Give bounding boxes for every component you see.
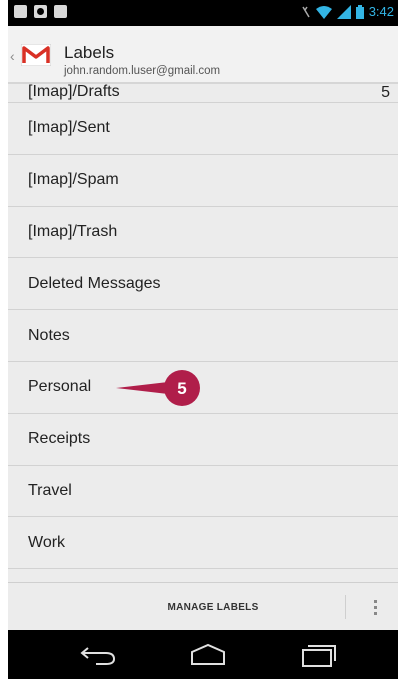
list-item[interactable]: [Imap]/Spam <box>8 155 398 207</box>
signal-icon <box>336 4 351 19</box>
divider <box>345 595 346 619</box>
gmail-icon[interactable] <box>21 44 51 66</box>
home-icon[interactable] <box>188 642 228 668</box>
phone-screen: 3:42 ‹ Labels john.random.luser@gmail.co… <box>8 0 398 679</box>
list-item[interactable]: Receipts <box>8 414 398 466</box>
vibrate-icon <box>302 6 310 17</box>
list-item[interactable]: Notes <box>8 310 398 362</box>
status-bar: 3:42 <box>8 0 398 26</box>
gallery-icon <box>14 5 27 18</box>
label-name: Travel <box>28 481 72 499</box>
up-caret-icon[interactable]: ‹ <box>10 48 15 64</box>
label-name: [Imap]/Spam <box>28 171 119 189</box>
label-name: [Imap]/Drafts <box>28 83 120 100</box>
recent-apps-icon[interactable] <box>299 642 339 668</box>
label-name: Work <box>28 533 66 551</box>
label-name: [Imap]/Trash <box>28 222 118 240</box>
label-name: Personal <box>28 378 92 396</box>
callout-number: 5 <box>177 379 186 398</box>
label-name: Notes <box>28 326 70 344</box>
account-email: john.random.luser@gmail.com <box>64 65 221 77</box>
step-callout: 5 <box>116 369 200 406</box>
gallery-icon <box>54 5 67 18</box>
unread-count: 5 <box>381 84 390 101</box>
status-time: 3:42 <box>368 4 394 19</box>
label-name: Receipts <box>28 430 91 448</box>
gamepad-icon <box>34 5 47 18</box>
navigation-bar <box>8 630 398 679</box>
list-item[interactable]: Deleted Messages <box>8 258 398 311</box>
label-name: Deleted Messages <box>28 274 161 292</box>
notification-icons <box>14 5 67 18</box>
wifi-icon <box>315 5 332 19</box>
back-icon[interactable] <box>78 642 118 668</box>
overflow-menu-icon[interactable] <box>360 595 390 619</box>
list-item[interactable]: [Imap]/Sent <box>8 103 398 155</box>
manage-labels-button[interactable]: MANAGE LABELS <box>88 583 338 631</box>
list-item[interactable]: [Imap]/Drafts 5 <box>8 83 398 103</box>
battery-icon <box>355 4 364 19</box>
list-item[interactable]: Work <box>8 517 398 570</box>
bottom-action-bar: MANAGE LABELS <box>8 582 398 630</box>
page-title: Labels <box>64 43 115 62</box>
list-item[interactable]: Travel <box>8 466 398 518</box>
list-item[interactable]: [Imap]/Trash <box>8 207 398 259</box>
list-item[interactable]: Personal 5 <box>8 362 398 414</box>
label-name: [Imap]/Sent <box>28 119 110 137</box>
label-list: [Imap]/Drafts 5 [Imap]/Sent [Imap]/Spam … <box>8 83 398 570</box>
action-bar[interactable]: ‹ Labels john.random.luser@gmail.com <box>8 26 398 84</box>
system-icons: 3:42 <box>301 4 394 19</box>
